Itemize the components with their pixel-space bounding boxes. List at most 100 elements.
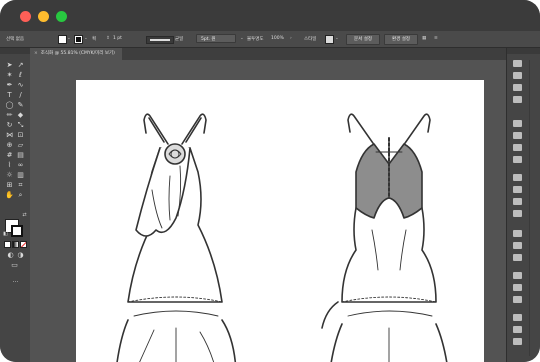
pencil-tool-icon[interactable]: ✏	[5, 111, 14, 120]
panel-menu-icon[interactable]: ≡	[434, 36, 438, 41]
stroke-swatch[interactable]	[74, 35, 83, 44]
asset-export-panel-icon[interactable]	[513, 326, 522, 333]
hand-tool-icon[interactable]: ✋	[5, 191, 14, 200]
color-mode-icon[interactable]	[4, 241, 11, 248]
opacity-input[interactable]: 100%	[271, 36, 284, 41]
front-view-sketch	[116, 113, 237, 362]
edit-toolbar-icon[interactable]: ···	[10, 278, 21, 287]
brush-definition-dropdown[interactable]: 5pt. 원	[196, 34, 236, 43]
symbol-sprayer-tool-icon[interactable]: ☼	[5, 171, 14, 180]
selection-tool-icon[interactable]: ➤	[5, 61, 14, 70]
artboard-tool-icon[interactable]: ⊞	[5, 181, 14, 190]
fill-dropdown-icon[interactable]: ⌄	[67, 36, 71, 41]
magic-wand-tool-icon[interactable]: ✶	[5, 71, 14, 80]
document-tab-title: 조식화 @ 55.81% (CMYK/미리 보기)	[40, 51, 115, 56]
scale-tool-icon[interactable]: ⤡	[16, 121, 25, 130]
properties-panel-icon[interactable]	[513, 60, 522, 67]
graphic-styles-panel-icon[interactable]	[513, 156, 522, 163]
document-tab-bar: × 조식화 @ 55.81% (CMYK/미리 보기)	[30, 48, 506, 60]
layers-panel-icon[interactable]	[513, 72, 522, 79]
perspective-grid-tool-icon[interactable]: ▱	[16, 141, 25, 150]
stroke-label: 획	[92, 37, 97, 42]
swap-fill-stroke-icon[interactable]: ⇄	[20, 211, 29, 220]
flat-sketch-illustration	[116, 113, 448, 362]
width-tool-icon[interactable]: ⋈	[5, 131, 14, 140]
stroke-panel-icon[interactable]	[513, 174, 522, 181]
color-panel-icon[interactable]	[513, 96, 522, 103]
libraries-panel-icon[interactable]	[513, 84, 522, 91]
blend-tool-icon[interactable]: ∞	[16, 161, 25, 170]
mesh-tool-icon[interactable]: #	[5, 151, 14, 160]
minimize-window-button[interactable]	[38, 11, 49, 22]
canvas-area[interactable]	[30, 60, 506, 362]
stroke-color-box[interactable]	[11, 225, 23, 237]
preferences-label: 환경 설정	[392, 37, 410, 42]
line-segment-tool-icon[interactable]: /	[16, 91, 25, 100]
draw-behind-icon[interactable]: ◑	[16, 251, 25, 260]
column-graph-tool-icon[interactable]: ▥	[16, 171, 25, 180]
panel-dock	[506, 48, 540, 362]
stroke-weight-stepper-icon[interactable]: ⇕	[106, 36, 110, 41]
back-view-sketch	[321, 113, 448, 362]
transparency-panel-icon[interactable]	[513, 198, 522, 205]
transform-panel-icon[interactable]	[513, 254, 522, 261]
tools-panel-header	[0, 48, 30, 54]
paintbrush-tool-icon[interactable]: ✎	[16, 101, 25, 110]
slice-tool-icon[interactable]: ⌗	[16, 181, 25, 190]
document-setup-button[interactable]: 문서 설정	[346, 34, 380, 45]
curvature-tool-icon[interactable]: ∿	[16, 81, 25, 90]
shape-builder-tool-icon[interactable]: ⊕	[5, 141, 14, 150]
brushes-panel-icon[interactable]	[513, 132, 522, 139]
eyedropper-tool-icon[interactable]: ⌇	[5, 161, 14, 170]
gradient-tool-icon[interactable]: ▤	[16, 151, 25, 160]
rotate-tool-icon[interactable]: ↻	[5, 121, 14, 130]
close-window-button[interactable]	[20, 11, 31, 22]
stroke-dropdown-icon[interactable]: ⌄	[84, 36, 88, 41]
preferences-button[interactable]: 환경 설정	[384, 34, 418, 45]
tools-panel: ➤ ↗ ✶ ℓ ✒ ∿ T / ◯ ✎ ✏ ◆ ↻ ⤡ ⋈ ⊡ ⊕ ▱ # ▤ …	[0, 48, 31, 362]
style-dropdown-icon[interactable]: ⌄	[335, 36, 339, 41]
fill-swatch[interactable]	[58, 35, 67, 44]
stroke-profile-preview[interactable]	[146, 36, 174, 44]
brush-definition-value: 5pt. 원	[201, 37, 216, 42]
arrange-documents-icon[interactable]: ▦	[422, 36, 426, 41]
panel-dock-header	[507, 48, 540, 54]
links-panel-icon[interactable]	[513, 314, 522, 321]
app-window: 선택 없음 ⌄ ⌄ 획 ⇕ 1 pt 균일 5pt. 원 ⌄ 불투명도 100%…	[0, 0, 540, 362]
title-bar	[0, 0, 540, 31]
stroke-weight-value[interactable]: 1 pt	[113, 36, 122, 41]
stroke-profile-label: 균일	[175, 37, 184, 42]
document-tab[interactable]: × 조식화 @ 55.81% (CMYK/미리 보기)	[30, 48, 122, 60]
symbols-panel-icon[interactable]	[513, 144, 522, 151]
pathfinder-panel-icon[interactable]	[513, 242, 522, 249]
opacity-label: 불투명도	[247, 37, 264, 42]
none-mode-icon[interactable]	[20, 241, 27, 248]
artboard[interactable]	[76, 80, 484, 362]
appearance-panel-icon[interactable]	[513, 210, 522, 217]
pen-tool-icon[interactable]: ✒	[5, 81, 14, 90]
gradient-mode-icon[interactable]	[12, 241, 19, 248]
eraser-tool-icon[interactable]: ◆	[16, 111, 25, 120]
swatches-panel-icon[interactable]	[513, 120, 522, 127]
tab-close-icon[interactable]: ×	[34, 51, 38, 56]
artboards-panel-icon[interactable]	[513, 338, 522, 345]
direct-selection-tool-icon[interactable]: ↗	[16, 61, 25, 70]
style-swatch[interactable]	[325, 35, 334, 44]
opacity-dropdown-icon[interactable]: ›	[290, 36, 292, 41]
screen-mode-icon[interactable]: ▭	[10, 261, 19, 270]
selection-status: 선택 없음	[6, 37, 24, 42]
opentype-panel-icon[interactable]	[513, 296, 522, 303]
draw-normal-icon[interactable]: ◐	[6, 251, 15, 260]
zoom-tool-icon[interactable]: ⌕	[16, 191, 25, 200]
character-panel-icon[interactable]	[513, 272, 522, 279]
lasso-tool-icon[interactable]: ℓ	[16, 71, 25, 80]
ellipse-tool-icon[interactable]: ◯	[5, 101, 14, 110]
maximize-window-button[interactable]	[56, 11, 67, 22]
paragraph-panel-icon[interactable]	[513, 284, 522, 291]
default-colors-icon[interactable]: ◧	[1, 230, 10, 239]
type-tool-icon[interactable]: T	[5, 91, 14, 100]
free-transform-tool-icon[interactable]: ⊡	[16, 131, 25, 140]
brush-options-icon[interactable]: ⌄	[240, 36, 244, 41]
gradient-panel-icon[interactable]	[513, 186, 522, 193]
align-panel-icon[interactable]	[513, 230, 522, 237]
